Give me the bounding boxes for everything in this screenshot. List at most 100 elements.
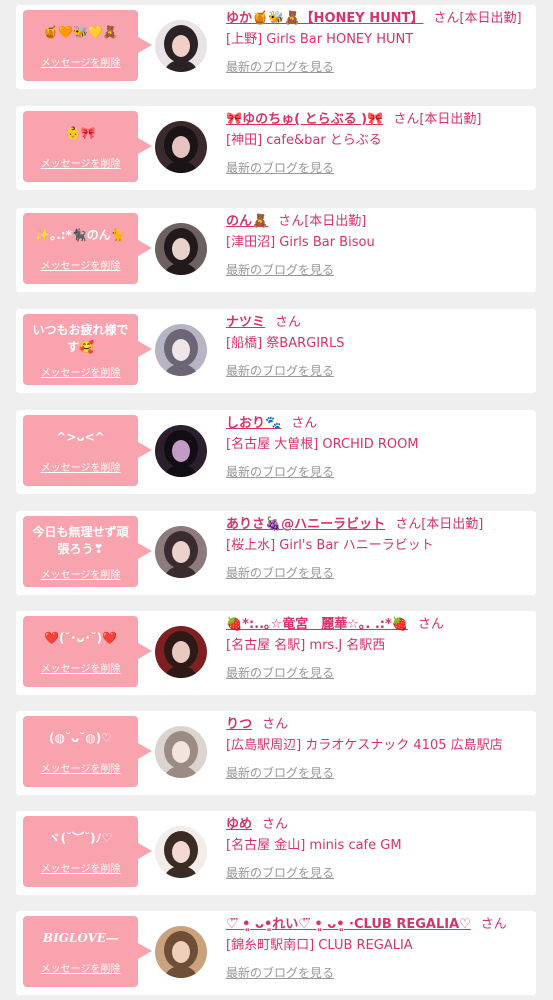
blog-link[interactable]: 最新のブログを見る xyxy=(226,564,530,581)
avatar-face xyxy=(172,440,190,462)
cast-name-link[interactable]: しおり🐾 xyxy=(226,416,281,431)
blog-link[interactable]: 最新のブログを見る xyxy=(226,159,530,176)
shop-name: [名古屋 名駅] mrs.J 名駅西 xyxy=(226,638,386,653)
message-bubble: いつもお疲れ様です🥰 メッセージを削除 xyxy=(23,314,152,385)
message-text: BIGLOVE― xyxy=(42,931,119,945)
cast-name-link[interactable]: ナツミ xyxy=(226,315,265,330)
avatar[interactable] xyxy=(155,526,207,578)
avatar[interactable] xyxy=(155,20,207,72)
message-text: 今日も無理せず頑張ろう❣ xyxy=(32,525,129,556)
cast-name-link[interactable]: ♡⃛ •͈ ᴗ•͈れい♡⃛ •͈ ᴗ•͈ ·CLUB REGALIA♡ xyxy=(226,917,471,932)
avatar[interactable] xyxy=(155,926,207,978)
message-bubble: ✨｡.:*🐈‍⬛のん🐈 メッセージを削除 xyxy=(23,213,152,284)
honorific-status: さん[本日出勤] xyxy=(395,517,484,532)
delete-message-link[interactable]: メッセージを削除 xyxy=(23,660,138,675)
message-text: ^>ᴗ<^ xyxy=(56,430,105,444)
message-card: ヾ(˘︶˘)ﾉ♡ メッセージを削除 ゆめ さん [名古屋 金山] minis ca… xyxy=(16,811,536,895)
avatar-face xyxy=(172,136,190,158)
honorific-status: さん xyxy=(275,315,302,330)
message-card: 👶🎀 メッセージを削除 🎀ゆのちゅ( とらぶる )🎀 さん[本日出勤] [神田] … xyxy=(16,106,536,190)
avatar-face xyxy=(172,541,190,563)
shop-name: [広島駅周辺] カラオケスナック 4105 広島駅店 xyxy=(226,738,503,753)
shop-name: [上野] Girls Bar HONEY HUNT xyxy=(226,32,414,47)
avatar[interactable] xyxy=(155,726,207,778)
cast-name-link[interactable]: のん🧸 xyxy=(226,214,268,229)
message-card: ✨｡.:*🐈‍⬛のん🐈 メッセージを削除 のん🧸 さん[本日出勤] [津田沼] G… xyxy=(16,208,536,292)
avatar[interactable] xyxy=(155,425,207,477)
message-card: ^>ᴗ<^ メッセージを削除 しおり🐾 さん [名古屋 大曽根] ORCHID R… xyxy=(16,410,536,494)
delete-message-link[interactable]: メッセージを削除 xyxy=(23,566,138,581)
message-text: ヾ(˘︶˘)ﾉ♡ xyxy=(48,831,113,845)
shop-name: [錦糸町駅南口] CLUB REGALIA xyxy=(226,938,413,953)
blog-link[interactable]: 最新のブログを見る xyxy=(226,664,530,681)
shop-name: [津田沼] Girls Bar Bisou xyxy=(226,235,375,250)
avatar[interactable] xyxy=(155,121,207,173)
message-card: BIGLOVE― メッセージを削除 ♡⃛ •͈ ᴗ•͈れい♡⃛ •͈ ᴗ•͈ ·… xyxy=(16,911,536,995)
message-bubble: 🍯🧡🐝💛🧸 メッセージを削除 xyxy=(23,10,152,81)
cast-name-link[interactable]: ゆか🍯🐝🧸【HONEY HUNT】 xyxy=(226,11,423,26)
delete-message-link[interactable]: メッセージを削除 xyxy=(23,155,138,170)
message-card: ❤️(˘･ᴗ･˘)❤️ メッセージを削除 🍓*:..｡☆竜宮 麗華☆｡. .:*… xyxy=(16,611,536,695)
avatar-face xyxy=(172,841,190,863)
blog-link[interactable]: 最新のブログを見る xyxy=(226,964,530,981)
message-bubble: ❤️(˘･ᴗ･˘)❤️ メッセージを削除 xyxy=(23,616,152,687)
cast-name-link[interactable]: ゆめ xyxy=(226,817,252,832)
honorific-status: さん xyxy=(480,917,507,932)
delete-message-link[interactable]: メッセージを削除 xyxy=(23,860,138,875)
honorific-status: さん xyxy=(262,817,289,832)
delete-message-link[interactable]: メッセージを削除 xyxy=(23,364,138,379)
blog-link[interactable]: 最新のブログを見る xyxy=(226,463,530,480)
message-card: 今日も無理せず頑張ろう❣ メッセージを削除 ありさ🍇@ハニーラビット さん[本日出… xyxy=(16,511,536,595)
message-text: ✨｡.:*🐈‍⬛のん🐈 xyxy=(35,228,126,242)
avatar[interactable] xyxy=(155,324,207,376)
message-bubble: ^>ᴗ<^ メッセージを削除 xyxy=(23,415,152,486)
delete-message-link[interactable]: メッセージを削除 xyxy=(23,54,138,69)
shop-name: [名古屋 金山] minis cafe GM xyxy=(226,838,402,853)
honorific-status: さん[本日出勤] xyxy=(433,11,522,26)
message-bubble: ヾ(˘︶˘)ﾉ♡ メッセージを削除 xyxy=(23,816,152,887)
message-text: いつもお疲れ様です🥰 xyxy=(32,323,129,354)
message-bubble: (◍˘ᴗ˘◍)♡ メッセージを削除 xyxy=(23,716,152,787)
message-text: (◍˘ᴗ˘◍)♡ xyxy=(49,731,112,745)
message-bubble: 👶🎀 メッセージを削除 xyxy=(23,111,152,182)
message-card: いつもお疲れ様です🥰 メッセージを削除 ナツミ さん [船橋] 祭BARGIRLS… xyxy=(16,309,536,393)
shop-name: [桜上水] Girl's Bar ハニーラビット xyxy=(226,538,434,553)
shop-name: [名古屋 大曽根] ORCHID ROOM xyxy=(226,437,419,452)
avatar-face xyxy=(172,641,190,663)
delete-message-link[interactable]: メッセージを削除 xyxy=(23,960,138,975)
avatar[interactable] xyxy=(155,626,207,678)
delete-message-link[interactable]: メッセージを削除 xyxy=(23,459,138,474)
honorific-status: さん xyxy=(291,416,318,431)
honorific-status: さん xyxy=(262,717,289,732)
cast-name-link[interactable]: 🎀ゆのちゅ( とらぶる )🎀 xyxy=(226,112,383,127)
avatar[interactable] xyxy=(155,826,207,878)
avatar-face xyxy=(172,35,190,57)
shop-name: [船橋] 祭BARGIRLS xyxy=(226,336,345,351)
avatar-face xyxy=(172,941,190,963)
avatar[interactable] xyxy=(155,223,207,275)
honorific-status: さん[本日出勤] xyxy=(278,214,367,229)
shop-name: [神田] cafe&bar とらぶる xyxy=(226,133,382,148)
cast-name-link[interactable]: ありさ🍇@ハニーラビット xyxy=(226,517,385,532)
message-card: (◍˘ᴗ˘◍)♡ メッセージを削除 りつ さん [広島駅周辺] カラオケスナック … xyxy=(16,711,536,795)
message-card: 🍯🧡🐝💛🧸 メッセージを削除 ゆか🍯🐝🧸【HONEY HUNT】 さん[本日出勤]… xyxy=(16,5,536,89)
message-bubble: 今日も無理せず頑張ろう❣ メッセージを削除 xyxy=(23,516,152,587)
honorific-status: さん[本日出勤] xyxy=(393,112,482,127)
delete-message-link[interactable]: メッセージを削除 xyxy=(23,257,138,272)
blog-link[interactable]: 最新のブログを見る xyxy=(226,261,530,278)
delete-message-link[interactable]: メッセージを削除 xyxy=(23,760,138,775)
blog-link[interactable]: 最新のブログを見る xyxy=(226,864,530,881)
message-text: 🍯🧡🐝💛🧸 xyxy=(43,25,118,39)
avatar-face xyxy=(172,339,190,361)
avatar-face xyxy=(172,741,190,763)
cast-name-link[interactable]: 🍓*:..｡☆竜宮 麗華☆｡. .:*🍓 xyxy=(226,617,408,632)
blog-link[interactable]: 最新のブログを見る xyxy=(226,362,530,379)
message-text: 👶🎀 xyxy=(65,126,96,140)
message-text: ❤️(˘･ᴗ･˘)❤️ xyxy=(43,631,118,645)
message-bubble: BIGLOVE― メッセージを削除 xyxy=(23,916,152,987)
blog-link[interactable]: 最新のブログを見る xyxy=(226,58,530,75)
cast-name-link[interactable]: りつ xyxy=(226,717,252,732)
avatar-face xyxy=(172,238,190,260)
honorific-status: さん xyxy=(417,617,444,632)
blog-link[interactable]: 最新のブログを見る xyxy=(226,764,530,781)
